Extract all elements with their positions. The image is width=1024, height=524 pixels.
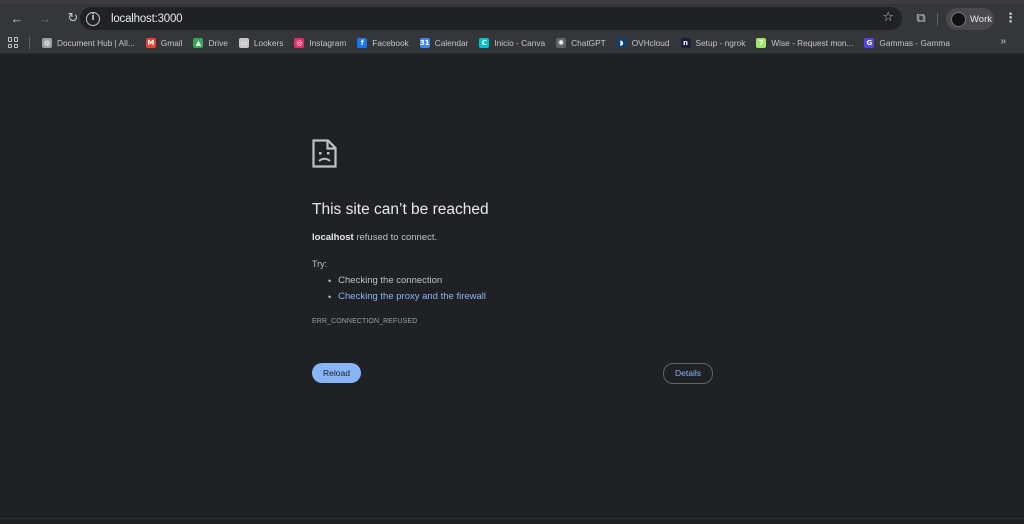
bookmarks-list: ◍ Document Hub | All... M Gmail ▲ Drive ▭ Looke… [38,34,957,52]
bookmark-item[interactable]: n Setup - ngrok [677,34,750,52]
address-bar[interactable]: i localhost:3000 ☆ [80,7,902,30]
bookmarks-bar: ◍ Document Hub | All... M Gmail ▲ Drive ▭ Looke… [0,32,1024,54]
taskbar-edge [0,518,1024,524]
bookmark-item[interactable]: ◗ OVHcloud [613,34,674,52]
bookmark-star-icon[interactable]: ☆ [882,10,894,25]
error-message: refused to connect. [353,232,438,243]
bookmarks-overflow-icon[interactable]: » [1000,36,1006,47]
instagram-icon: ◎ [294,37,305,48]
globe-icon: ◍ [42,37,52,48]
suggestion-check-connection: Checking the connection [328,273,486,289]
folder-icon: ▭ [238,37,249,48]
error-title: This site can’t be reached [312,201,489,218]
bookmark-item[interactable]: 31 Calendar [416,34,473,52]
gamma-icon: G [864,37,875,48]
bookmark-item[interactable]: G Gammas - Gamma [860,34,954,52]
calendar-icon: 31 [419,37,430,48]
apps-grid-icon[interactable] [8,37,19,48]
canva-icon: C [479,37,490,48]
reload-button[interactable]: Reload [312,363,361,383]
bookmark-label: ChatGPT [571,37,606,48]
back-arrow-icon[interactable]: ← [5,6,29,30]
extensions-puzzle-icon[interactable]: ⧉ [912,10,930,28]
bookmark-item[interactable]: f Facebook [353,34,412,52]
bookmark-label: Lookers [253,37,284,48]
profile-button[interactable]: Work [946,8,994,30]
bookmark-item[interactable]: ◍ Document Hub | All... [38,34,139,52]
toolbar-divider [937,13,938,26]
bookmark-item[interactable]: ▭ Lookers [235,34,288,52]
bookmark-label: Facebook [372,37,409,48]
bookmark-label: Setup - ngrok [695,37,746,48]
bookmark-item[interactable]: C Inicio - Canva [475,34,549,52]
error-host: localhost [312,232,354,243]
browser-toolbar: ← → ↻ i localhost:3000 ☆ ⧉ Work ⋮ [0,0,1024,32]
address-bar-url[interactable]: localhost:3000 [111,13,183,25]
bookmark-item[interactable]: ◎ Instagram [290,34,350,52]
avatar [951,11,966,27]
wise-icon: 7 [756,37,767,48]
bookmark-item[interactable]: ▲ Drive [189,34,231,52]
sad-page-icon [312,139,337,168]
error-code: ERR_CONNECTION_REFUSED [312,318,418,325]
bookmark-label: Instagram [309,37,347,48]
forward-arrow-icon[interactable]: → [33,6,57,30]
bookmarks-divider [29,36,30,49]
chatgpt-icon: ✺ [556,37,567,48]
bookmark-label: Document Hub | All... [57,37,135,48]
gmail-icon: M [145,37,156,48]
kebab-menu-icon[interactable]: ⋮ [1004,11,1017,26]
bookmark-item[interactable]: M Gmail [142,34,187,52]
bookmark-label: OVHcloud [631,37,670,48]
error-description: localhost refused to connect. [312,232,437,243]
bookmark-label: Wise - Request mon... [771,37,854,48]
profile-label: Work [970,13,992,25]
bookmark-item[interactable]: 7 Wise - Request mon... [752,34,857,52]
site-info-icon[interactable]: i [86,11,100,26]
details-button[interactable]: Details [663,363,713,384]
bookmark-label: Drive [208,37,228,48]
drive-icon: ▲ [193,37,204,48]
try-label: Try: [312,259,328,269]
bookmark-item[interactable]: ✺ ChatGPT [552,34,610,52]
ovhcloud-icon: ◗ [616,37,627,48]
bookmark-label: Gammas - Gamma [879,37,950,48]
bookmark-label: Calendar [434,37,469,48]
ngrok-icon: n [680,37,691,48]
facebook-icon: f [357,37,368,48]
bookmark-label: Inicio - Canva [494,37,546,48]
suggestion-check-proxy-link[interactable]: Checking the proxy and the firewall [328,289,486,305]
suggestions-list: Checking the connection Checking the pro… [328,273,486,305]
error-page: This site can’t be reached localhost ref… [0,55,1024,524]
bookmark-label: Gmail [160,37,183,48]
